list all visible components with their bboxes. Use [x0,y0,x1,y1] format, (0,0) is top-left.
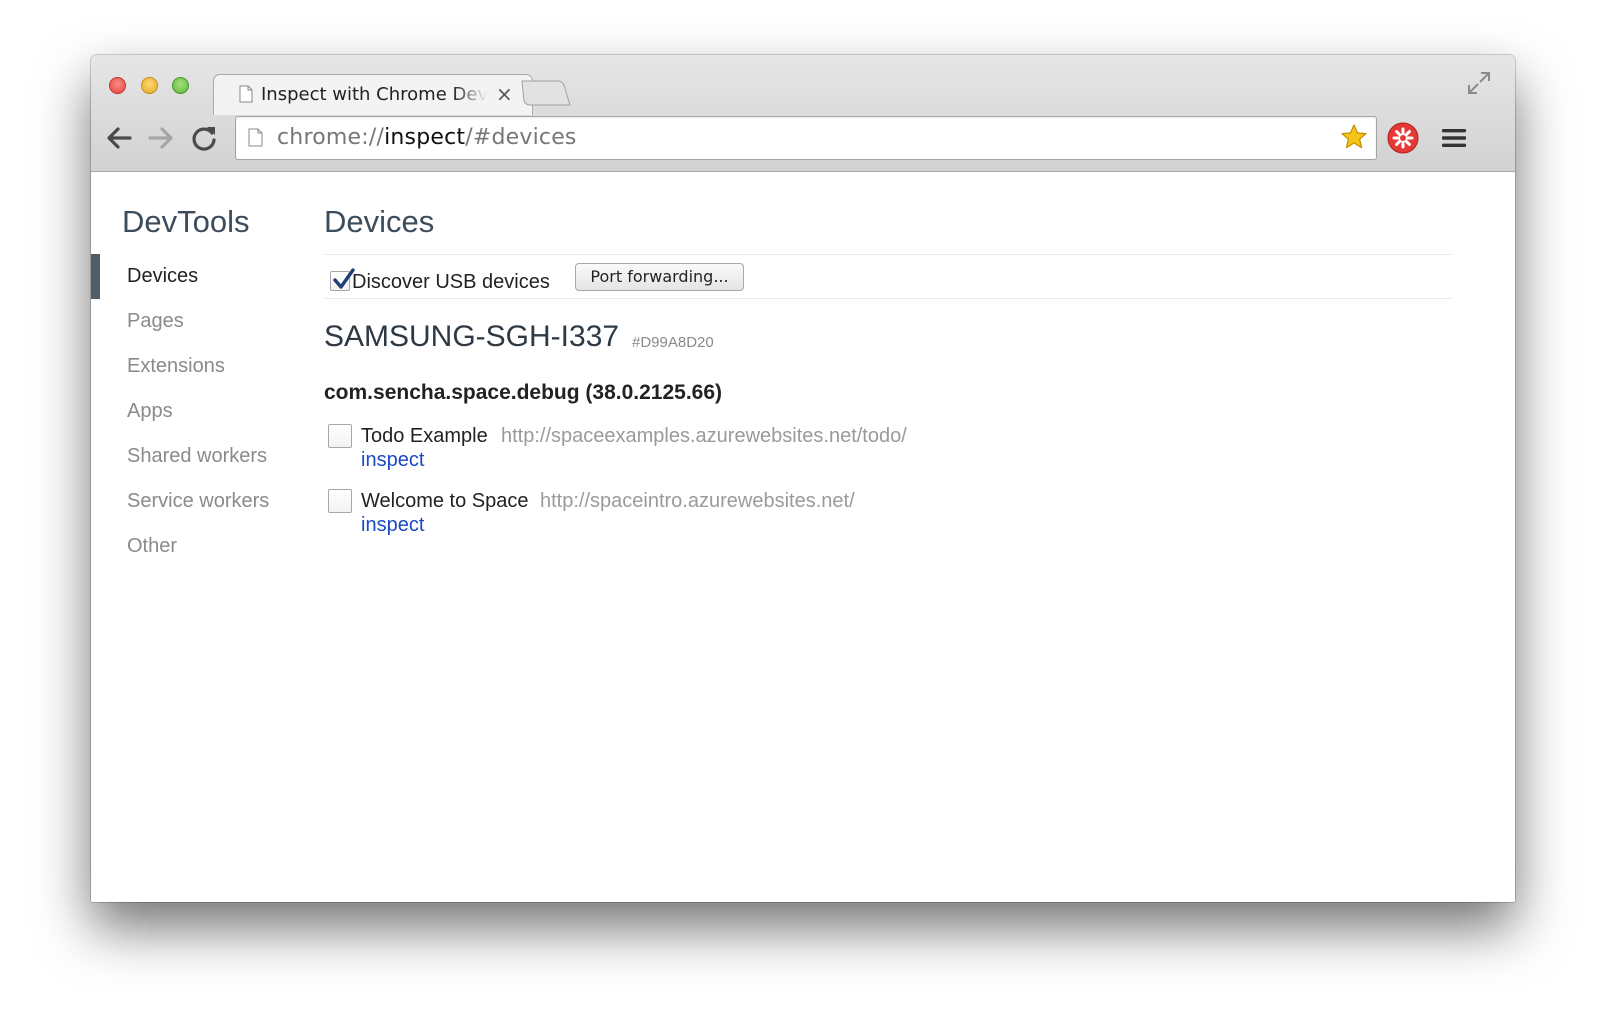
divider [324,298,1452,299]
list-item: Todo Example http://spaceexamples.azurew… [328,420,1228,472]
url-host: inspect [384,125,466,150]
sidebar-item-apps[interactable]: Apps [91,389,311,434]
close-icon[interactable]: × [496,82,513,106]
document-icon [239,85,253,103]
discover-usb-label: Discover USB devices [352,271,550,293]
tab-inspect[interactable]: Inspect with Chrome Developer Tools × [213,74,533,115]
reload-icon[interactable] [189,123,219,153]
page-content: DevTools Devices Pages Extensions Apps S… [91,172,1515,902]
device-name: SAMSUNG-SGH-I337 [324,320,620,353]
options-row: Discover USB devices Port forwarding... [324,263,1452,299]
list-item: Welcome to Space http://spaceintro.azure… [328,485,1228,537]
url-text[interactable]: chrome://inspect/#devices [277,125,577,150]
hamburger-menu-icon[interactable] [1441,127,1467,149]
sidebar-nav: Devices Pages Extensions Apps Shared wor… [91,254,311,569]
sidebar-item-pages[interactable]: Pages [91,299,311,344]
sidebar-item-shared-workers[interactable]: Shared workers [91,434,311,479]
port-forwarding-button[interactable]: Port forwarding... [575,263,744,291]
browser-chrome: Inspect with Chrome Developer Tools × ch… [91,55,1515,172]
inspect-link[interactable]: inspect [361,449,424,472]
forward-arrow-icon[interactable] [146,123,176,153]
extension-icon[interactable] [1387,122,1419,154]
star-icon[interactable] [1340,123,1368,151]
inspect-link[interactable]: inspect [361,514,424,537]
divider [324,254,1452,255]
sidebar-item-service-workers[interactable]: Service workers [91,479,311,524]
page-select-checkbox[interactable] [328,489,352,513]
page-url: http://spaceexamples.azurewebsites.net/t… [501,425,907,447]
back-arrow-icon[interactable] [104,123,134,153]
discover-usb-checkbox[interactable] [330,268,355,291]
close-window-button[interactable] [109,77,126,94]
page-title-text: Welcome to Space [361,490,529,512]
new-tab-icon[interactable] [518,79,572,107]
tab-title: Inspect with Chrome Developer Tools [261,84,487,105]
sidebar-title: DevTools [122,204,250,239]
zoom-window-button[interactable] [172,77,189,94]
address-bar[interactable]: chrome://inspect/#devices [235,116,1377,160]
page-title: Devices [324,204,435,239]
page-icon [248,128,263,147]
sidebar-item-other[interactable]: Other [91,524,311,569]
minimize-window-button[interactable] [141,77,158,94]
page-select-checkbox[interactable] [328,424,352,448]
url-path: /#devices [465,125,577,150]
device-serial: #D99A8D20 [632,334,714,351]
page-url: http://spaceintro.azurewebsites.net/ [540,490,855,512]
browser-name: com.sencha.space.debug (38.0.2125.66) [324,381,723,404]
sidebar-item-extensions[interactable]: Extensions [91,344,311,389]
page-title-text: Todo Example [361,425,488,447]
browser-window: Inspect with Chrome Developer Tools × ch… [91,55,1515,902]
sidebar-item-devices[interactable]: Devices [91,254,311,299]
url-scheme: chrome:// [277,125,385,150]
fullscreen-icon[interactable] [1467,71,1491,95]
